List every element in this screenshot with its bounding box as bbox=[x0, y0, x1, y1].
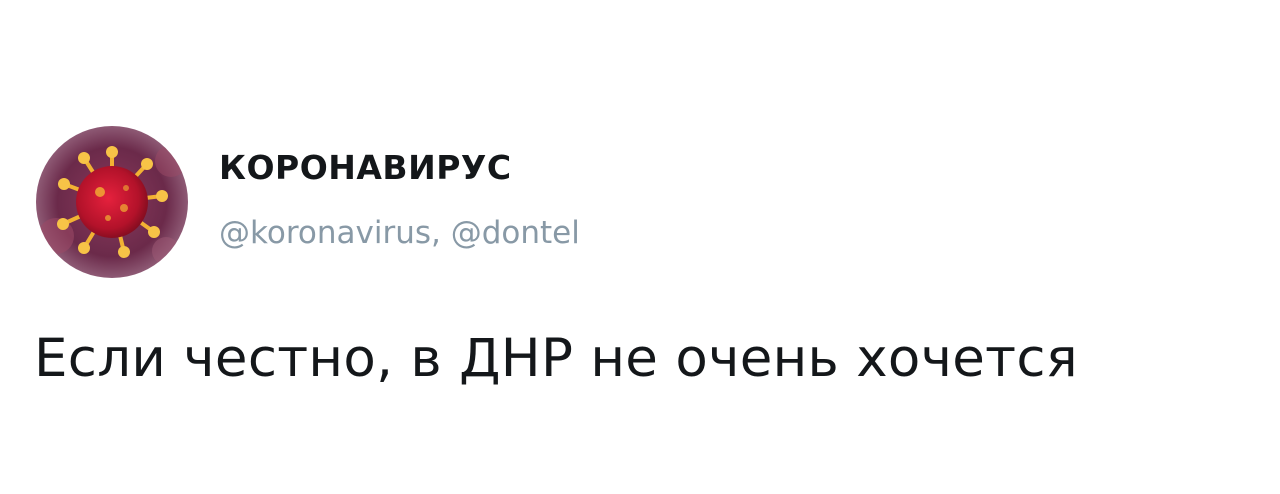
author-handles: @koronavirus, @dontel bbox=[219, 215, 580, 251]
author-handle-primary[interactable]: @koronavirus bbox=[219, 215, 431, 251]
author-name[interactable]: КОРОНАВИРУС bbox=[219, 148, 512, 187]
coronavirus-avatar-icon[interactable] bbox=[36, 126, 188, 278]
tweet-text: Если честно, в ДНР не очень хочется bbox=[34, 328, 1078, 389]
virus-icon bbox=[36, 126, 188, 278]
tweet-card: КОРОНАВИРУС @koronavirus, @dontel Если ч… bbox=[0, 0, 1280, 494]
handle-separator: , bbox=[431, 215, 451, 251]
author-handle-secondary[interactable]: @dontel bbox=[451, 215, 580, 251]
